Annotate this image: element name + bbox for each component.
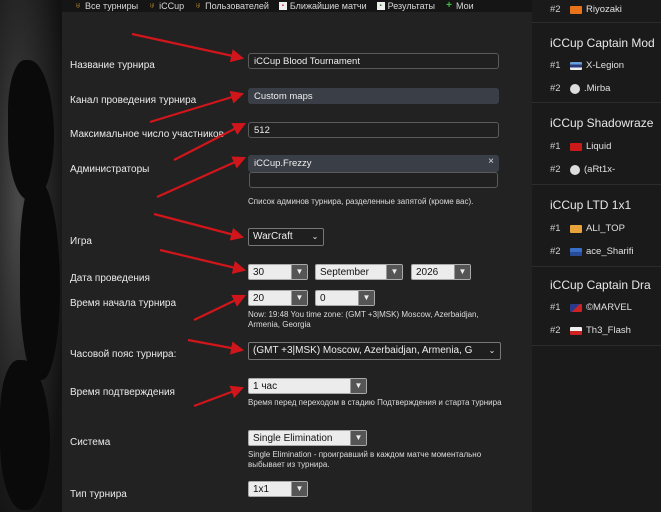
tournament-form: Название турнира iCCup Blood Tournament …	[62, 12, 532, 512]
close-icon[interactable]: ×	[488, 156, 494, 167]
winner-row[interactable]: #2 (aRt1x-	[550, 164, 615, 175]
date-year-select[interactable]: 2026 ▼	[411, 264, 471, 280]
start-hour-select[interactable]: 20 ▼	[248, 290, 308, 306]
flag-icon	[570, 326, 582, 335]
confirm-hint: Время перед переходом в стадию Подтвержд…	[248, 398, 502, 407]
nav-my[interactable]: + Мои	[445, 0, 474, 12]
section-title: iCCup Captain Mod	[550, 36, 655, 50]
game-select[interactable]: WarCraft ⌄	[248, 228, 324, 246]
nav-results[interactable]: ▪ Результаты	[376, 1, 435, 11]
results-icon: ▪	[376, 2, 385, 10]
type-value: 1x1	[253, 484, 270, 495]
chevron-down-icon: ▼	[291, 482, 307, 496]
calendar-icon: ▪	[278, 2, 287, 10]
winner-row[interactable]: #1 ALI_TOP	[550, 223, 625, 234]
background-artwork	[0, 0, 62, 512]
chevron-down-icon: ▼	[350, 431, 366, 445]
trophy-icon: ♅	[149, 1, 156, 10]
confirm-time-label: Время подтверждения	[70, 387, 175, 398]
flag-icon	[570, 142, 582, 151]
timezone-label: Часовой пояс турнира:	[70, 349, 177, 360]
time-hint: Now: 19:48 You time zone: (GMT +3|MSK) M…	[248, 310, 479, 329]
flag-icon	[570, 61, 582, 70]
system-value: Single Elimination	[253, 433, 333, 444]
date-year-value: 2026	[416, 267, 439, 278]
chevron-down-icon: ▼	[386, 265, 402, 279]
top-nav: ♅ Все турниры ♅ iCCup ♅ Пользователей ▪ Ближ…	[62, 0, 532, 12]
game-select-value: WarCraft	[253, 231, 293, 242]
section-title: iCCup LTD 1x1	[550, 198, 632, 212]
winner-row[interactable]: #2 Riyozaki	[550, 4, 622, 15]
date-month-select[interactable]: September ▼	[315, 264, 403, 280]
section-title: iCCup Captain Dra	[550, 278, 651, 292]
channel-label: Канал проведения турнира	[70, 95, 197, 106]
admin-tag: iCCup.Frezzy ×	[248, 155, 499, 172]
flag-icon	[570, 247, 582, 256]
winner-row[interactable]: #2 Th3_Flash	[550, 325, 631, 336]
trophy-icon: ♅	[195, 1, 202, 10]
timezone-select[interactable]: (GMT +3|MSK) Moscow, Azerbaidjan, Armeni…	[248, 342, 501, 360]
date-day-value: 30	[253, 267, 265, 278]
admins-input[interactable]	[249, 172, 498, 188]
system-hint: Single Elimination - проигравший в каждо…	[248, 450, 482, 469]
admins-label: Администраторы	[70, 164, 150, 175]
type-select[interactable]: 1x1 ▼	[248, 481, 308, 497]
winner-row[interactable]: #2 .Mirba	[550, 83, 610, 94]
date-label: Дата проведения	[70, 273, 150, 284]
admins-hint: Список админов турнира, разделенные запя…	[248, 197, 474, 206]
winner-row[interactable]: #1 X-Legion	[550, 60, 624, 71]
nav-upcoming[interactable]: ▪ Ближайшие матчи	[278, 1, 367, 11]
nav-all-tournaments[interactable]: ♅ Все турниры	[74, 1, 138, 11]
flag-icon	[570, 5, 582, 14]
nav-iccup[interactable]: ♅ iCCup	[148, 1, 184, 11]
confirm-time-value: 1 час	[253, 381, 278, 392]
start-hour-value: 20	[253, 293, 265, 304]
start-minute-value: 0	[320, 293, 326, 304]
chevron-down-icon: ⌄	[488, 346, 496, 355]
winner-row[interactable]: #2 ace_Sharifi	[550, 246, 634, 257]
game-label: Игра	[70, 236, 92, 247]
plus-icon: +	[446, 0, 452, 11]
max-participants-input[interactable]: 512	[248, 122, 499, 138]
trophy-icon: ♅	[75, 1, 81, 10]
winner-row[interactable]: #1 Liquid	[550, 141, 611, 152]
confirm-time-select[interactable]: 1 час ▼	[248, 378, 367, 394]
chevron-down-icon: ▼	[291, 291, 307, 305]
system-label: Система	[70, 437, 111, 448]
date-month-value: September	[320, 267, 369, 278]
tournament-winners-sidebar: #2 Riyozaki iCCup Captain Mod #1 X-Legion …	[532, 0, 661, 512]
chevron-down-icon: ⌄	[311, 232, 319, 241]
name-input[interactable]: iCCup Blood Tournament	[248, 53, 499, 69]
admin-tag-label: iCCup.Frezzy	[254, 158, 312, 169]
timezone-value: (GMT +3|MSK) Moscow, Azerbaidjan, Armeni…	[253, 345, 473, 356]
max-participants-label: Максимальное число участников	[70, 129, 224, 140]
chevron-down-icon: ▼	[291, 265, 307, 279]
channel-input[interactable]: Custom maps	[248, 88, 499, 104]
chevron-down-icon: ▼	[358, 291, 374, 305]
chevron-down-icon: ▼	[350, 379, 366, 393]
chevron-down-icon: ▼	[454, 265, 470, 279]
name-label: Название турнира	[70, 60, 155, 71]
system-select[interactable]: Single Elimination ▼	[248, 430, 367, 446]
winner-row[interactable]: #1 ©MARVEL	[550, 302, 632, 313]
nav-users[interactable]: ♅ Пользователей	[194, 1, 269, 11]
section-title: iCCup Shadowraze	[550, 116, 654, 130]
avatar-icon	[570, 164, 580, 175]
flag-icon	[570, 303, 582, 312]
date-day-select[interactable]: 30 ▼	[248, 264, 308, 280]
flag-icon	[570, 224, 582, 233]
type-label: Тип турнира	[70, 489, 127, 500]
avatar-icon	[570, 83, 580, 94]
start-time-label: Время начала турнира	[70, 298, 177, 309]
start-minute-select[interactable]: 0 ▼	[315, 290, 375, 306]
